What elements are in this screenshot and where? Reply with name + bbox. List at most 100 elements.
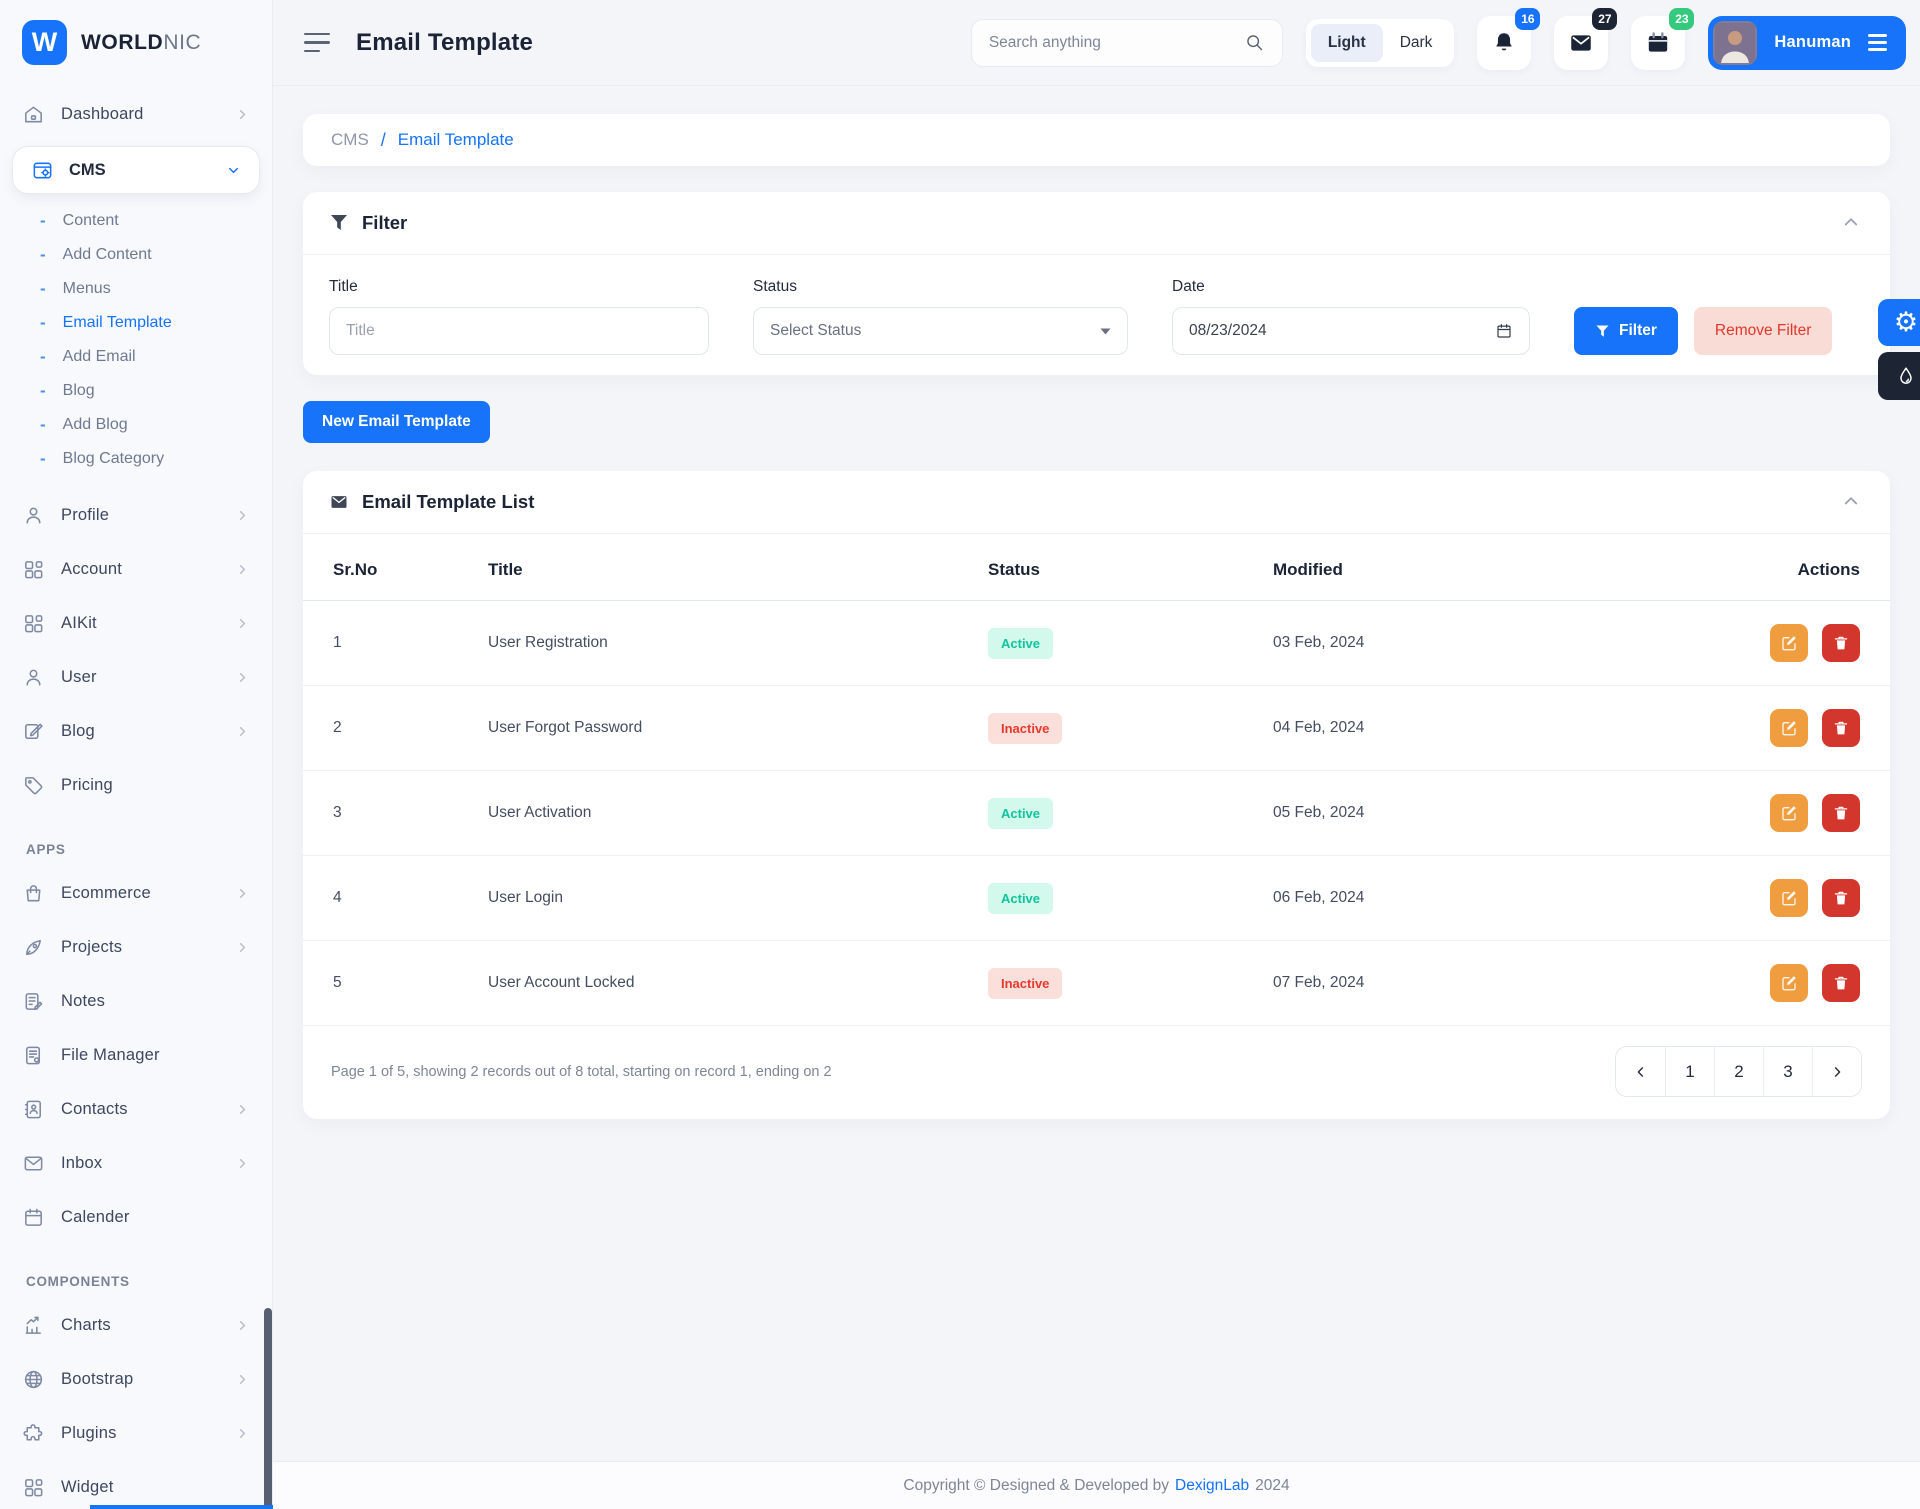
sidebar-toggle-icon[interactable] — [304, 29, 330, 57]
search-input[interactable] — [989, 34, 1244, 52]
notifications-button[interactable]: 16 — [1477, 16, 1531, 70]
cell-title: User Activation — [488, 771, 988, 856]
sidebar-section-apps: APPS — [0, 832, 272, 866]
pagination-page-3[interactable]: 3 — [1763, 1047, 1812, 1096]
dexignlab-link[interactable]: DexignLab — [1175, 1477, 1249, 1495]
filter-card-header: Filter — [303, 192, 1890, 255]
chevron-right-icon — [235, 670, 250, 685]
sidebar-item-aikit[interactable]: AIKit — [0, 596, 272, 650]
topbar-actions: Light Dark 16 27 23 Hanuman — [971, 16, 1906, 70]
cell-modified: 04 Feb, 2024 — [1273, 686, 1733, 771]
sidebar-item-pricing[interactable]: Pricing — [0, 758, 272, 812]
sidebar-item-cms[interactable]: CMS — [12, 146, 260, 194]
sidebar-item-charts[interactable]: Charts — [0, 1298, 272, 1352]
sidebar-item-blog[interactable]: Blog — [0, 704, 272, 758]
chevron-right-icon — [235, 940, 250, 955]
sidebar-subitem-menus[interactable]: Menus — [0, 272, 272, 306]
pagination-page-1[interactable]: 1 — [1665, 1047, 1714, 1096]
envelope-icon — [329, 492, 349, 512]
status-badge: Active — [988, 798, 1053, 829]
chevron-left-icon — [1634, 1065, 1648, 1079]
calendar-icon — [1645, 30, 1671, 56]
filter-title-input[interactable] — [346, 322, 692, 340]
cms-window-icon — [31, 159, 54, 182]
sidebar-bottom-accent — [90, 1505, 280, 1509]
sidebar-item-dashboard[interactable]: Dashboard — [0, 87, 272, 141]
brand-logo[interactable]: W WORLDNIC — [0, 0, 272, 77]
filter-card-title: Filter — [362, 212, 407, 234]
delete-button[interactable] — [1822, 879, 1860, 917]
apply-filter-button[interactable]: Filter — [1574, 307, 1678, 355]
search-box[interactable] — [971, 19, 1283, 67]
sidebar-subitem-blog-category[interactable]: Blog Category — [0, 442, 272, 476]
settings-fab-button[interactable]: ⚙ — [1878, 299, 1920, 346]
filter-collapse-button[interactable] — [1838, 210, 1864, 236]
pagination-page-2[interactable]: 2 — [1714, 1047, 1763, 1096]
sidebar-item-ecommerce[interactable]: Ecommerce — [0, 866, 272, 920]
edit-button[interactable] — [1770, 709, 1808, 747]
edit-button[interactable] — [1770, 879, 1808, 917]
breadcrumb-separator: / — [381, 130, 386, 151]
sidebar-subitem-email-template[interactable]: Email Template — [0, 306, 272, 340]
sidebar-item-file-manager[interactable]: File Manager — [0, 1028, 272, 1082]
sidebar-subitem-add-blog[interactable]: Add Blog — [0, 408, 272, 442]
theme-color-fab-button[interactable] — [1878, 352, 1920, 400]
calendar-icon — [22, 1206, 45, 1229]
search-icon[interactable] — [1244, 32, 1265, 53]
trash-icon — [1832, 634, 1850, 652]
delete-button[interactable] — [1822, 964, 1860, 1002]
breadcrumb-parent[interactable]: CMS — [331, 130, 369, 150]
new-email-template-button[interactable]: New Email Template — [303, 401, 490, 443]
theme-light-button[interactable]: Light — [1311, 24, 1383, 62]
date-picker[interactable] — [1172, 307, 1530, 355]
messages-button[interactable]: 27 — [1554, 16, 1608, 70]
sidebar-scrollbar-thumb[interactable] — [264, 1308, 272, 1509]
cell-modified: 03 Feb, 2024 — [1273, 601, 1733, 686]
edit-button[interactable] — [1770, 624, 1808, 662]
sidebar-subitem-content[interactable]: Content — [0, 204, 272, 238]
sidebar-item-widget[interactable]: Widget — [0, 1460, 272, 1509]
sidebar-item-plugins[interactable]: Plugins — [0, 1406, 272, 1460]
chevron-right-icon — [235, 1156, 250, 1171]
sidebar-item-projects[interactable]: Projects — [0, 920, 272, 974]
trash-icon — [1832, 974, 1850, 992]
pagination-prev-button[interactable] — [1616, 1047, 1665, 1096]
pagination-next-button[interactable] — [1812, 1047, 1861, 1096]
delete-button[interactable] — [1822, 624, 1860, 662]
filter-status-label: Status — [753, 278, 1128, 296]
status-badge: Inactive — [988, 713, 1062, 744]
delete-button[interactable] — [1822, 794, 1860, 832]
sidebar-item-calender[interactable]: Calender — [0, 1190, 272, 1244]
chevron-right-icon — [235, 1426, 250, 1441]
edit-button[interactable] — [1770, 964, 1808, 1002]
calendar-button[interactable]: 23 — [1631, 16, 1685, 70]
edit-button[interactable] — [1770, 794, 1808, 832]
sidebar-item-user[interactable]: User — [0, 650, 272, 704]
calendar-icon[interactable] — [1495, 322, 1513, 340]
theme-dark-button[interactable]: Dark — [1383, 24, 1450, 62]
delete-button[interactable] — [1822, 709, 1860, 747]
sidebar-item-bootstrap[interactable]: Bootstrap — [0, 1352, 272, 1406]
sidebar-item-notes[interactable]: Notes — [0, 974, 272, 1028]
chevron-right-icon — [235, 1102, 250, 1117]
globe-icon — [22, 1368, 45, 1391]
caret-down-icon — [1100, 328, 1111, 335]
sidebar-item-account[interactable]: Account — [0, 542, 272, 596]
sidebar-subitem-blog[interactable]: Blog — [0, 374, 272, 408]
status-select[interactable]: Select Status — [753, 307, 1128, 355]
sidebar-item-profile[interactable]: Profile — [0, 488, 272, 542]
sidebar-item-inbox[interactable]: Inbox — [0, 1136, 272, 1190]
list-collapse-button[interactable] — [1838, 489, 1864, 515]
sidebar-item-contacts[interactable]: Contacts — [0, 1082, 272, 1136]
breadcrumb-current[interactable]: Email Template — [398, 130, 514, 150]
date-input[interactable] — [1189, 322, 1495, 340]
user-menu-icon — [1868, 34, 1887, 50]
filter-buttons: Filter Remove Filter — [1574, 307, 1832, 355]
sidebar-subitem-add-email[interactable]: Add Email — [0, 340, 272, 374]
remove-filter-button[interactable]: Remove Filter — [1694, 307, 1832, 355]
cell-modified: 05 Feb, 2024 — [1273, 771, 1733, 856]
theme-toggle: Light Dark — [1306, 19, 1455, 67]
user-menu-button[interactable]: Hanuman — [1708, 16, 1906, 70]
sidebar-subitem-add-content[interactable]: Add Content — [0, 238, 272, 272]
chevron-up-icon — [1842, 214, 1860, 232]
